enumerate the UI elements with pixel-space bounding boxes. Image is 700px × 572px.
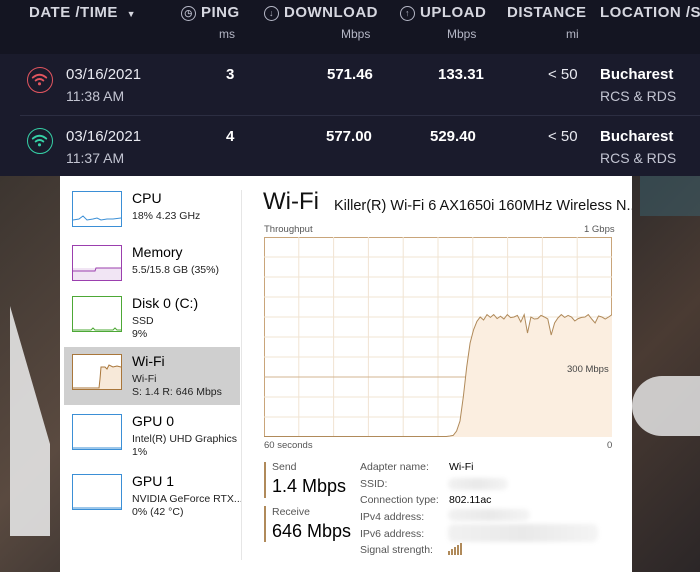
graph-label-300: 300 Mbps (567, 364, 609, 375)
result-city: Bucharest (600, 66, 674, 83)
graph-label-throughput: Throughput (264, 224, 313, 235)
download-unit: Mbps (341, 27, 371, 41)
result-ping: 4 (226, 128, 235, 145)
receive-label: Receive (272, 506, 310, 518)
row-divider (20, 115, 700, 116)
sidebar-item-detail: SSD (132, 315, 154, 327)
graph-label-max: 1 Gbps (584, 224, 615, 235)
results-header: DATE /TIME ▼ ◷ PING ms ↓ DOWNLOAD Mbps ↑ UP… (0, 0, 700, 54)
column-upload[interactable]: ↑ UPLOAD (400, 4, 486, 21)
sidebar-item-detail: Wi-Fi (132, 373, 157, 385)
memory-thumbnail-graph (72, 245, 122, 281)
column-datetime-label: DATE /TIME (29, 4, 118, 21)
page-title: Wi-Fi (263, 188, 319, 215)
ssid-label: SSID: (360, 478, 388, 490)
sidebar-item-detail: 18% 4.23 GHz (132, 210, 201, 222)
wifi-connection-icon (27, 67, 53, 93)
ping-unit: ms (219, 27, 235, 41)
ssid-redacted (448, 478, 508, 490)
result-distance: < 50 (548, 66, 578, 83)
sidebar-item-detail: 5.5/15.8 GB (35%) (132, 264, 219, 276)
result-row[interactable]: 03/16/2021 11:37 AM 4 577.00 529.40 < 50… (0, 117, 700, 175)
sidebar-item-memory[interactable]: Memory 5.5/15.8 GB (35%) (64, 238, 240, 296)
sidebar-item-label: CPU (132, 190, 162, 206)
sidebar-item-detail: Intel(R) UHD Graphics (132, 433, 238, 445)
receive-value: 646 Mbps (272, 521, 352, 541)
result-date: 03/16/2021 (66, 66, 142, 83)
connection-type-value: 802.11ac (449, 494, 492, 506)
sort-arrow-icon[interactable]: ▼ (127, 9, 136, 19)
sidebar-item-usage: 9% (132, 328, 148, 340)
sidebar-item-label: Disk 0 (C:) (132, 295, 199, 311)
result-date: 03/16/2021 (66, 128, 142, 145)
ping-icon: ◷ (181, 6, 196, 21)
sidebar-item-cpu[interactable]: CPU 18% 4.23 GHz (64, 184, 240, 242)
sidebar-item-label: Memory (132, 244, 183, 260)
adapter-name-value: Wi-Fi (449, 461, 474, 473)
column-ping-label: PING (201, 4, 240, 21)
sidebar-item-gpu1[interactable]: GPU 1 NVIDIA GeForce RTX... 0% (42 °C) (64, 467, 243, 525)
connection-type-label: Connection type: (360, 494, 439, 506)
result-download: 577.00 (326, 128, 372, 145)
ipv4-redacted (448, 509, 530, 521)
sidebar-item-usage: S: 1.4 R: 646 Mbps (132, 386, 222, 398)
gpu1-thumbnail-graph (72, 474, 122, 510)
result-upload: 133.31 (438, 66, 484, 83)
column-ping[interactable]: ◷ PING (181, 4, 240, 21)
graph-label-window: 60 seconds (264, 440, 313, 451)
result-download: 571.46 (327, 66, 373, 83)
receive-indicator (264, 506, 266, 542)
result-row[interactable]: 03/16/2021 11:38 AM 3 571.46 133.31 < 50… (0, 55, 700, 113)
sidebar-divider (241, 190, 242, 560)
sidebar-item-usage: 0% (42 °C) (132, 506, 184, 518)
upload-icon: ↑ (400, 6, 415, 21)
column-upload-label: UPLOAD (420, 4, 487, 21)
column-download[interactable]: ↓ DOWNLOAD (264, 4, 378, 21)
wifi-thumbnail-graph (72, 354, 122, 390)
column-distance[interactable]: DISTANCE (507, 4, 587, 21)
result-time: 11:37 AM (66, 150, 125, 166)
adapter-title: Killer(R) Wi-Fi 6 AX1650i 160MHz Wireles… (334, 198, 632, 214)
sidebar-item-usage: 1% (132, 446, 148, 458)
send-value: 1.4 Mbps (272, 476, 347, 496)
graph-label-zero: 0 (607, 440, 613, 451)
column-download-label: DOWNLOAD (284, 4, 378, 21)
task-manager-window: CPU 18% 4.23 GHz Memory 5.5/15.8 GB (35%… (60, 176, 632, 572)
result-distance: < 50 (548, 128, 578, 145)
sidebar-item-label: Wi-Fi (132, 353, 165, 369)
cpu-thumbnail-graph (72, 191, 122, 227)
result-ping: 3 (226, 66, 235, 83)
result-upload: 529.40 (430, 128, 476, 145)
signal-strength-label: Signal strength: (360, 544, 433, 556)
throughput-graph (264, 237, 612, 437)
sidebar-item-disk[interactable]: Disk 0 (C:) SSD 9% (64, 289, 240, 347)
ipv6-redacted (448, 524, 598, 542)
wifi-connection-icon (27, 128, 53, 154)
download-icon: ↓ (264, 6, 279, 21)
speedtest-results: DATE /TIME ▼ ◷ PING ms ↓ DOWNLOAD Mbps ↑ UP… (0, 0, 700, 176)
ipv6-label: IPv6 address: (360, 528, 425, 540)
result-city: Bucharest (600, 128, 674, 145)
column-datetime[interactable]: DATE /TIME ▼ (29, 4, 136, 21)
gpu0-thumbnail-graph (72, 414, 122, 450)
signal-strength-icon (448, 542, 462, 560)
distance-unit: mi (566, 27, 579, 41)
column-location[interactable]: LOCATION /S (600, 4, 700, 21)
sidebar-item-label: GPU 1 (132, 473, 175, 489)
sidebar-item-gpu0[interactable]: GPU 0 Intel(R) UHD Graphics 1% (64, 407, 240, 465)
sidebar-item-label: GPU 0 (132, 413, 175, 429)
send-indicator (264, 462, 266, 498)
sidebar-item-wifi[interactable]: Wi-Fi Wi-Fi S: 1.4 R: 646 Mbps (64, 347, 240, 405)
result-isp: RCS & RDS (600, 150, 677, 166)
result-time: 11:38 AM (66, 88, 125, 104)
upload-unit: Mbps (447, 27, 477, 41)
send-label: Send (272, 461, 297, 473)
sidebar-item-detail: NVIDIA GeForce RTX... (132, 493, 243, 505)
result-isp: RCS & RDS (600, 88, 677, 104)
ipv4-label: IPv4 address: (360, 511, 425, 523)
disk-thumbnail-graph (72, 296, 122, 332)
adapter-name-label: Adapter name: (360, 461, 429, 473)
